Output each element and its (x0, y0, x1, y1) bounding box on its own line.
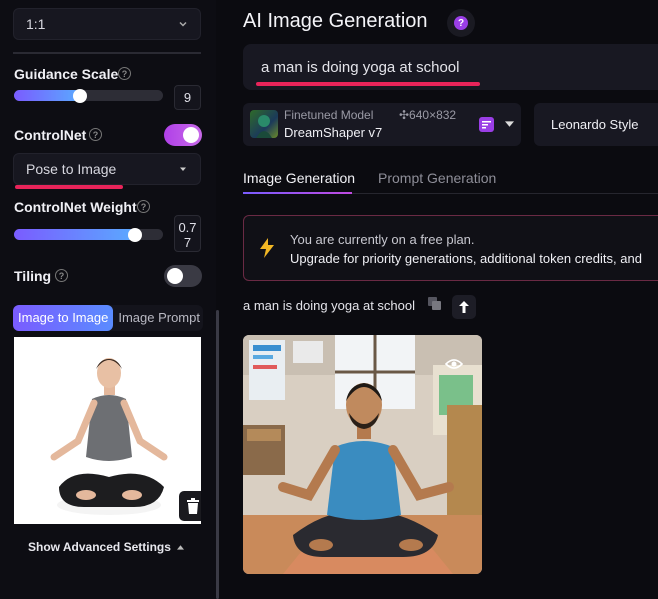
banner-line1: You are currently on a free plan. (290, 232, 475, 247)
weight-slider-thumb[interactable] (128, 227, 142, 242)
aspect-ratio-value: 1:1 (26, 16, 46, 32)
show-advanced-settings-button[interactable]: Show Advanced Settings (28, 540, 184, 554)
reference-pose-illustration (50, 358, 168, 515)
active-tab-indicator (243, 192, 352, 194)
style-value: Leonardo Style (551, 117, 639, 132)
controlnet-weight-label: ControlNet Weight (14, 199, 137, 215)
guidance-scale-slider[interactable] (14, 88, 163, 103)
tiling-toggle[interactable] (164, 265, 202, 287)
tiling-label: Tiling (14, 268, 52, 284)
title-help-button[interactable]: ? (447, 9, 475, 37)
reference-image (14, 337, 201, 524)
eye-icon (445, 359, 463, 369)
guidance-scale-value[interactable]: 9 (174, 85, 201, 110)
generated-image[interactable] (243, 335, 482, 574)
tiling-help-icon[interactable]: ? (55, 269, 68, 282)
chevron-down-icon (179, 21, 187, 27)
copy-icon (428, 297, 441, 310)
free-plan-banner[interactable]: You are currently on a free plan. Upgrad… (243, 215, 658, 281)
guidance-slider-thumb[interactable] (73, 88, 87, 103)
image-source-tabs: Image to Image Image Prompt (13, 305, 203, 331)
guidance-scale-label: Guidance Scale (14, 66, 119, 82)
model-dimensions: ✣640×832 (399, 108, 457, 122)
view-image-button[interactable] (439, 353, 469, 375)
controlnet-weight-slider[interactable] (14, 227, 163, 242)
caret-down-icon (505, 121, 514, 127)
model-name: DreamShaper v7 (284, 125, 383, 140)
tab-image-prompt[interactable]: Image Prompt (113, 305, 205, 331)
controlnet-mode-select[interactable]: Pose to Image (13, 153, 201, 185)
tab-image-generation[interactable]: Image Generation (243, 170, 355, 186)
highlight-underline (15, 185, 123, 189)
model-thumbnail (250, 110, 278, 138)
weight-value-line1: 0.7 (178, 220, 197, 235)
generation-prompt-text: a man is doing yoga at school (243, 298, 415, 313)
caret-down-icon (180, 167, 186, 171)
delete-image-button[interactable] (179, 491, 201, 521)
toggle-knob (167, 268, 183, 284)
lightning-icon (260, 238, 274, 258)
guidance-scale-number: 9 (183, 90, 192, 105)
controlnet-weight-help-icon[interactable]: ? (137, 200, 150, 213)
guidance-help-icon[interactable]: ? (118, 67, 131, 80)
sliders-icon (482, 121, 491, 129)
advanced-settings-label: Show Advanced Settings (28, 540, 171, 554)
model-caption: Finetuned Model (284, 108, 374, 122)
toggle-knob (183, 127, 199, 143)
controlnet-help-icon[interactable]: ? (89, 128, 102, 141)
weight-slider-fill (14, 229, 135, 240)
caret-up-icon (176, 545, 184, 550)
aspect-ratio-select[interactable]: 1:1 (13, 8, 201, 40)
model-thumbnail-art (256, 115, 272, 138)
controlnet-mode-value: Pose to Image (26, 161, 117, 177)
reuse-prompt-button[interactable] (452, 295, 476, 319)
trash-icon (187, 498, 199, 514)
model-settings-icon[interactable] (479, 117, 494, 132)
help-icon: ? (454, 16, 468, 30)
copy-prompt-button[interactable] (428, 297, 441, 315)
weight-value-line2: 7 (183, 235, 192, 250)
arrow-up-icon (459, 301, 469, 313)
controlnet-label: ControlNet (14, 127, 87, 143)
tab-prompt-generation[interactable]: Prompt Generation (378, 170, 496, 186)
page-title: AI Image Generation (243, 10, 428, 32)
style-selector[interactable]: Leonardo Style (534, 103, 658, 146)
model-selector[interactable]: Finetuned Model ✣640×832 DreamShaper v7 (243, 103, 521, 146)
tab-image-to-image[interactable]: Image to Image (13, 305, 114, 331)
banner-line2: Upgrade for priority generations, additi… (290, 251, 642, 266)
sidebar-scrollbar[interactable] (216, 310, 219, 599)
guidance-slider-fill (14, 90, 80, 101)
settings-sidebar: 1:1 Guidance Scale ? 9 ControlNet ? Pose… (0, 0, 216, 599)
controlnet-weight-value[interactable]: 0.7 7 (174, 215, 201, 252)
section-divider (13, 52, 201, 54)
prompt-text: a man is doing yoga at school (261, 59, 460, 76)
controlnet-toggle[interactable] (164, 124, 202, 146)
prompt-highlight-underline (256, 82, 480, 86)
